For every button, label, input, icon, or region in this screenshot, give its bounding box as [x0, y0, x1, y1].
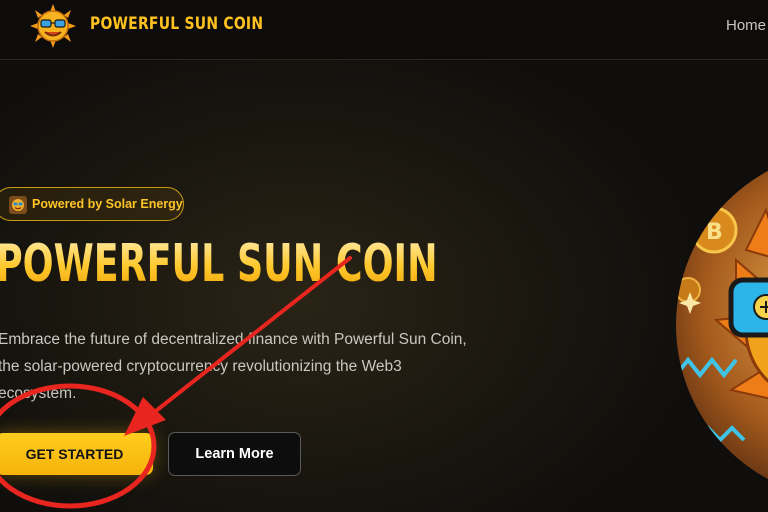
- nav-link-home[interactable]: Home: [726, 17, 766, 34]
- brand-name[interactable]: POWERFUL SUN COIN: [90, 14, 263, 34]
- sun-mascot-icon: [9, 196, 27, 214]
- energy-badge: Powered by Solar Energy: [0, 187, 184, 221]
- get-started-button[interactable]: GET STARTED: [0, 433, 153, 475]
- badge-label: Powered by Solar Energy: [32, 197, 183, 211]
- learn-more-button[interactable]: Learn More: [168, 432, 301, 476]
- sun-coin-illustration: B: [676, 150, 768, 500]
- svg-text:B: B: [706, 220, 723, 245]
- sun-mascot-icon[interactable]: [26, 4, 80, 48]
- navbar: POWERFUL SUN COIN Home: [0, 0, 768, 60]
- hero-title: POWERFUL SUN COIN: [0, 238, 438, 290]
- hero-description: Embrace the future of decentralized fina…: [0, 331, 467, 402]
- page: POWERFUL SUN COIN Home Powered by Solar …: [0, 0, 768, 512]
